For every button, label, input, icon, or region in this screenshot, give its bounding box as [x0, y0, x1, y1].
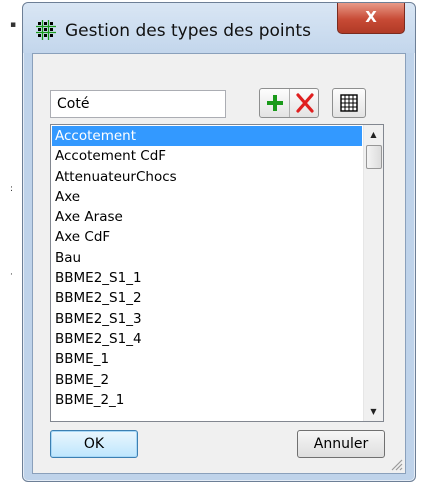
list-item[interactable]: BBME2_S1_4	[52, 329, 362, 349]
list-item[interactable]: Axe	[52, 187, 362, 207]
scroll-down-arrow-icon[interactable]: ▼	[364, 403, 383, 420]
type-name-input[interactable]: Coté	[50, 90, 226, 118]
list-item[interactable]: BBME2_S1_1	[52, 268, 362, 288]
dialog-client-area: Coté Accotement Accotement CdF Attenuate…	[32, 53, 406, 474]
point-types-listbox[interactable]: Accotement Accotement CdF AttenuateurChocs…	[50, 124, 384, 422]
ok-button[interactable]: OK	[50, 430, 138, 458]
add-delete-button-group	[259, 88, 319, 118]
list-item[interactable]: BBME_2	[52, 370, 362, 390]
background-window-edge: ▪ : ·	[0, 0, 20, 486]
list-item-selected[interactable]: Accotement	[52, 126, 362, 147]
red-x-icon	[296, 93, 314, 113]
list-item[interactable]: BBME_2_1	[52, 390, 362, 410]
edge-mark: ·	[10, 270, 13, 280]
window-title: Gestion des types des points	[65, 21, 311, 41]
list-items: Accotement Accotement CdF AttenuateurChocs…	[52, 126, 362, 410]
resize-grip-icon[interactable]	[389, 457, 403, 471]
edge-mark: :	[10, 184, 14, 194]
scroll-thumb[interactable]	[366, 145, 382, 169]
vertical-scrollbar[interactable]: ▲ ▼	[363, 125, 383, 421]
list-item[interactable]: AttenuateurChocs	[52, 167, 362, 187]
table-view-button[interactable]	[332, 88, 366, 118]
add-button[interactable]	[260, 89, 290, 117]
plus-icon	[267, 95, 283, 111]
list-item[interactable]: BBME2_S1_2	[52, 288, 362, 308]
dialog-window: Gestion des types des points X Coté Acco…	[22, 2, 416, 482]
list-item[interactable]: Bau	[52, 248, 362, 268]
list-item[interactable]: BBME_1	[52, 349, 362, 369]
list-item[interactable]: Axe Arase	[52, 207, 362, 227]
edge-mark: ▪	[10, 20, 17, 30]
grid-points-icon	[36, 20, 56, 40]
list-item[interactable]: BBME2_S1_3	[52, 309, 362, 329]
list-item[interactable]: Accotement CdF	[52, 146, 362, 166]
list-item[interactable]: Axe CdF	[52, 227, 362, 247]
title-bar[interactable]: Gestion des types des points X	[23, 3, 415, 53]
close-button[interactable]: X	[337, 3, 405, 34]
delete-button[interactable]	[289, 89, 320, 117]
scroll-up-arrow-icon[interactable]: ▲	[364, 126, 383, 143]
table-icon	[340, 94, 358, 112]
cancel-button[interactable]: Annuler	[297, 430, 385, 458]
